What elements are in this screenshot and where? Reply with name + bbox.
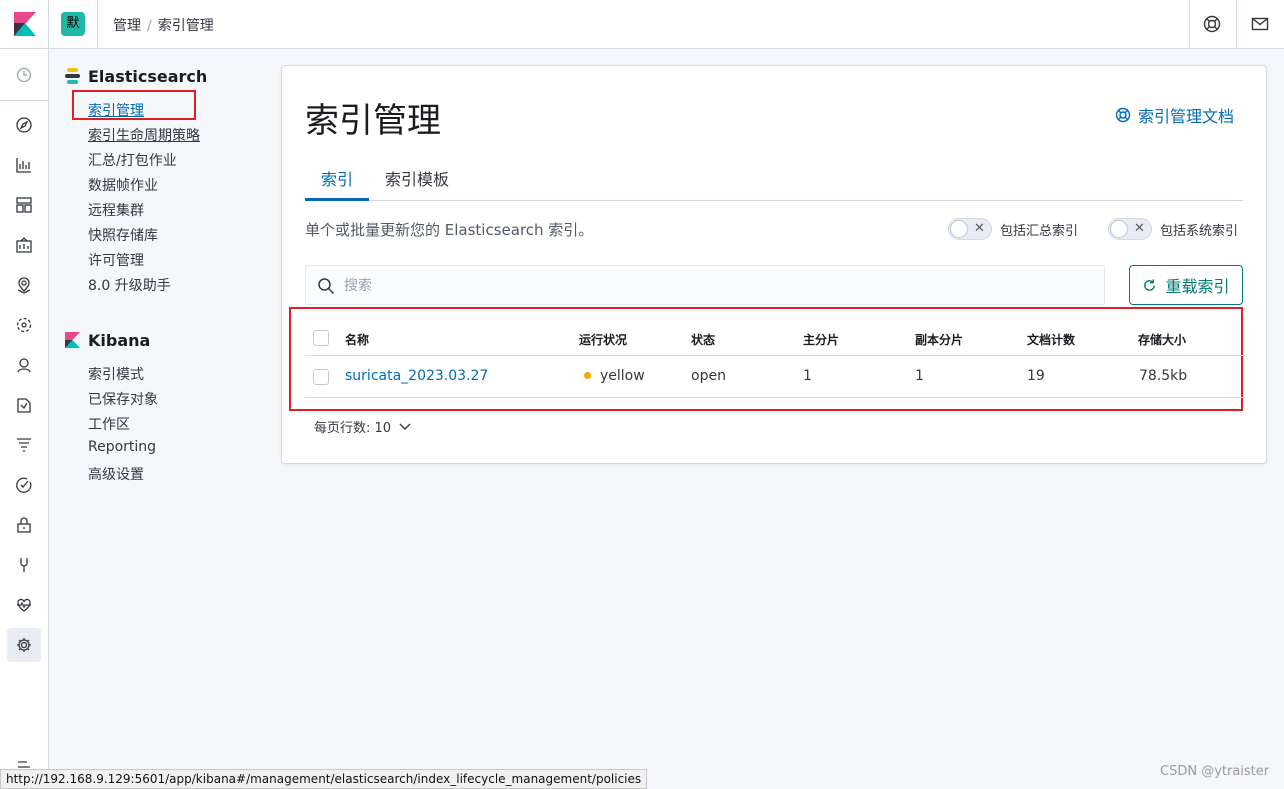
replicas-cell: 1	[915, 368, 924, 384]
kibana-logo-icon[interactable]	[14, 12, 36, 36]
apm-icon[interactable]	[14, 435, 34, 455]
docs-link[interactable]: 索引管理文档	[1115, 103, 1234, 127]
sidebar-item-upgrade-assistant[interactable]: 8.0 升级助手	[88, 275, 171, 295]
breadcrumb: 管理 / 索引管理	[113, 18, 214, 34]
refresh-icon	[1144, 278, 1156, 291]
include-system-toggle[interactable]: ✕	[1108, 218, 1152, 240]
sidebar-item-transform-jobs[interactable]: 数据帧作业	[88, 175, 158, 195]
infrastructure-icon[interactable]	[14, 355, 34, 375]
help-lifesaver-icon	[1115, 107, 1131, 123]
watermark: CSDN @ytraister	[1160, 764, 1270, 779]
tab-index-templates[interactable]: 索引模板	[385, 166, 449, 190]
column-header-health[interactable]: 运行状况	[579, 331, 627, 348]
column-header-docs[interactable]: 文档计数	[1027, 331, 1075, 348]
search-input[interactable]	[344, 274, 1084, 298]
discover-icon[interactable]	[14, 115, 34, 135]
machine-learning-icon[interactable]	[14, 315, 34, 335]
maps-icon[interactable]	[14, 275, 34, 295]
sidebar-item-ilm-policies[interactable]: 索引生命周期策略	[88, 125, 200, 145]
top-divider	[97, 0, 98, 48]
column-header-primary[interactable]: 主分片	[803, 331, 839, 348]
sidebar-item-index-patterns[interactable]: 索引模式	[88, 364, 144, 384]
sidebar-item-remote-clusters[interactable]: 远程集群	[88, 200, 144, 220]
help-icon[interactable]	[1202, 14, 1222, 34]
cross-icon: ✕	[1134, 221, 1145, 236]
breadcrumb-index-management: 索引管理	[157, 18, 214, 34]
dashboard-icon[interactable]	[14, 195, 34, 215]
column-header-size[interactable]: 存储大小	[1138, 331, 1186, 348]
mail-icon[interactable]	[1250, 14, 1270, 34]
uptime-icon[interactable]	[14, 475, 34, 495]
sidebar-item-snapshot-repos[interactable]: 快照存储库	[88, 225, 158, 245]
include-rollup-toggle[interactable]: ✕	[948, 218, 992, 240]
monitoring-icon[interactable]	[14, 595, 34, 615]
tab-indices[interactable]: 索引	[321, 166, 353, 190]
page-description: 单个或批量更新您的 Elasticsearch 索引。	[305, 221, 594, 239]
reload-indices-button[interactable]: 重载索引	[1129, 265, 1243, 305]
sidebar-item-reporting[interactable]: Reporting	[88, 439, 156, 455]
highlight-box	[289, 307, 1243, 411]
primary-cell: 1	[803, 368, 812, 384]
table-row-line	[305, 397, 1243, 398]
column-header-replicas[interactable]: 副本分片	[915, 331, 963, 348]
include-system-label: 包括系统索引	[1160, 224, 1239, 239]
security-lock-icon[interactable]	[14, 515, 34, 535]
space-avatar[interactable]: 默	[61, 12, 85, 36]
rows-per-page-label: 每页行数: 10	[314, 421, 392, 436]
index-name-link[interactable]: suricata_2023.03.27	[345, 368, 488, 384]
health-dot	[584, 372, 591, 379]
docs-link-label: 索引管理文档	[1138, 107, 1235, 126]
column-header-status[interactable]: 状态	[691, 331, 715, 348]
page-title: 索引管理	[305, 101, 441, 141]
visualize-icon[interactable]	[14, 155, 34, 175]
tab-active-indicator	[305, 198, 369, 201]
recent-icon[interactable]	[14, 65, 34, 85]
include-rollup-label: 包括汇总索引	[1000, 224, 1079, 239]
search-icon	[318, 278, 335, 295]
nav-divider	[0, 100, 48, 101]
top-bar: 默 管理 / 索引管理	[0, 0, 1284, 49]
left-nav	[0, 49, 49, 789]
chevron-down-icon	[399, 423, 411, 430]
size-cell: 78.5kb	[1139, 368, 1188, 384]
sidebar-item-spaces[interactable]: 工作区	[88, 414, 130, 434]
column-header-name[interactable]: 名称	[345, 331, 369, 348]
cross-icon: ✕	[974, 221, 985, 236]
sidebar-section-elasticsearch: Elasticsearch	[65, 65, 207, 87]
dev-tools-icon[interactable]	[14, 555, 34, 575]
health-cell: yellow	[584, 368, 645, 384]
docs-cell: 19	[1027, 368, 1045, 384]
top-divider	[1189, 0, 1190, 48]
top-divider	[48, 0, 49, 48]
reload-label: 重载索引	[1165, 277, 1230, 296]
sidebar-item-advanced-settings[interactable]: 高级设置	[88, 464, 144, 484]
sidebar-item-rollup-jobs[interactable]: 汇总/打包作业	[88, 150, 177, 170]
table-header-line	[305, 355, 1243, 356]
select-all-checkbox[interactable]	[313, 330, 329, 346]
sidebar-item-saved-objects[interactable]: 已保存对象	[88, 389, 158, 409]
highlight-box	[72, 90, 196, 120]
rows-per-page-button[interactable]: 每页行数: 10	[314, 417, 411, 436]
search-box	[305, 265, 1105, 305]
sidebar-section-title: Kibana	[88, 330, 151, 350]
elasticsearch-logo-icon	[65, 68, 80, 84]
breadcrumb-management[interactable]: 管理	[113, 18, 141, 34]
status-bar-url: http://192.168.9.129:5601/app/kibana#/ma…	[0, 769, 648, 789]
sidebar-section-title: Elasticsearch	[88, 66, 208, 86]
health-value: yellow	[600, 368, 645, 384]
kibana-small-logo-icon	[65, 332, 80, 348]
logs-icon[interactable]	[14, 395, 34, 415]
status-cell: open	[691, 368, 726, 384]
management-gear-icon[interactable]	[14, 635, 34, 655]
row-checkbox[interactable]	[313, 369, 329, 385]
tabs-divider	[305, 200, 1243, 201]
sidebar-item-license[interactable]: 许可管理	[88, 250, 144, 270]
canvas-icon[interactable]	[14, 235, 34, 255]
sidebar-section-kibana: Kibana	[65, 329, 150, 351]
top-divider	[1236, 0, 1237, 48]
